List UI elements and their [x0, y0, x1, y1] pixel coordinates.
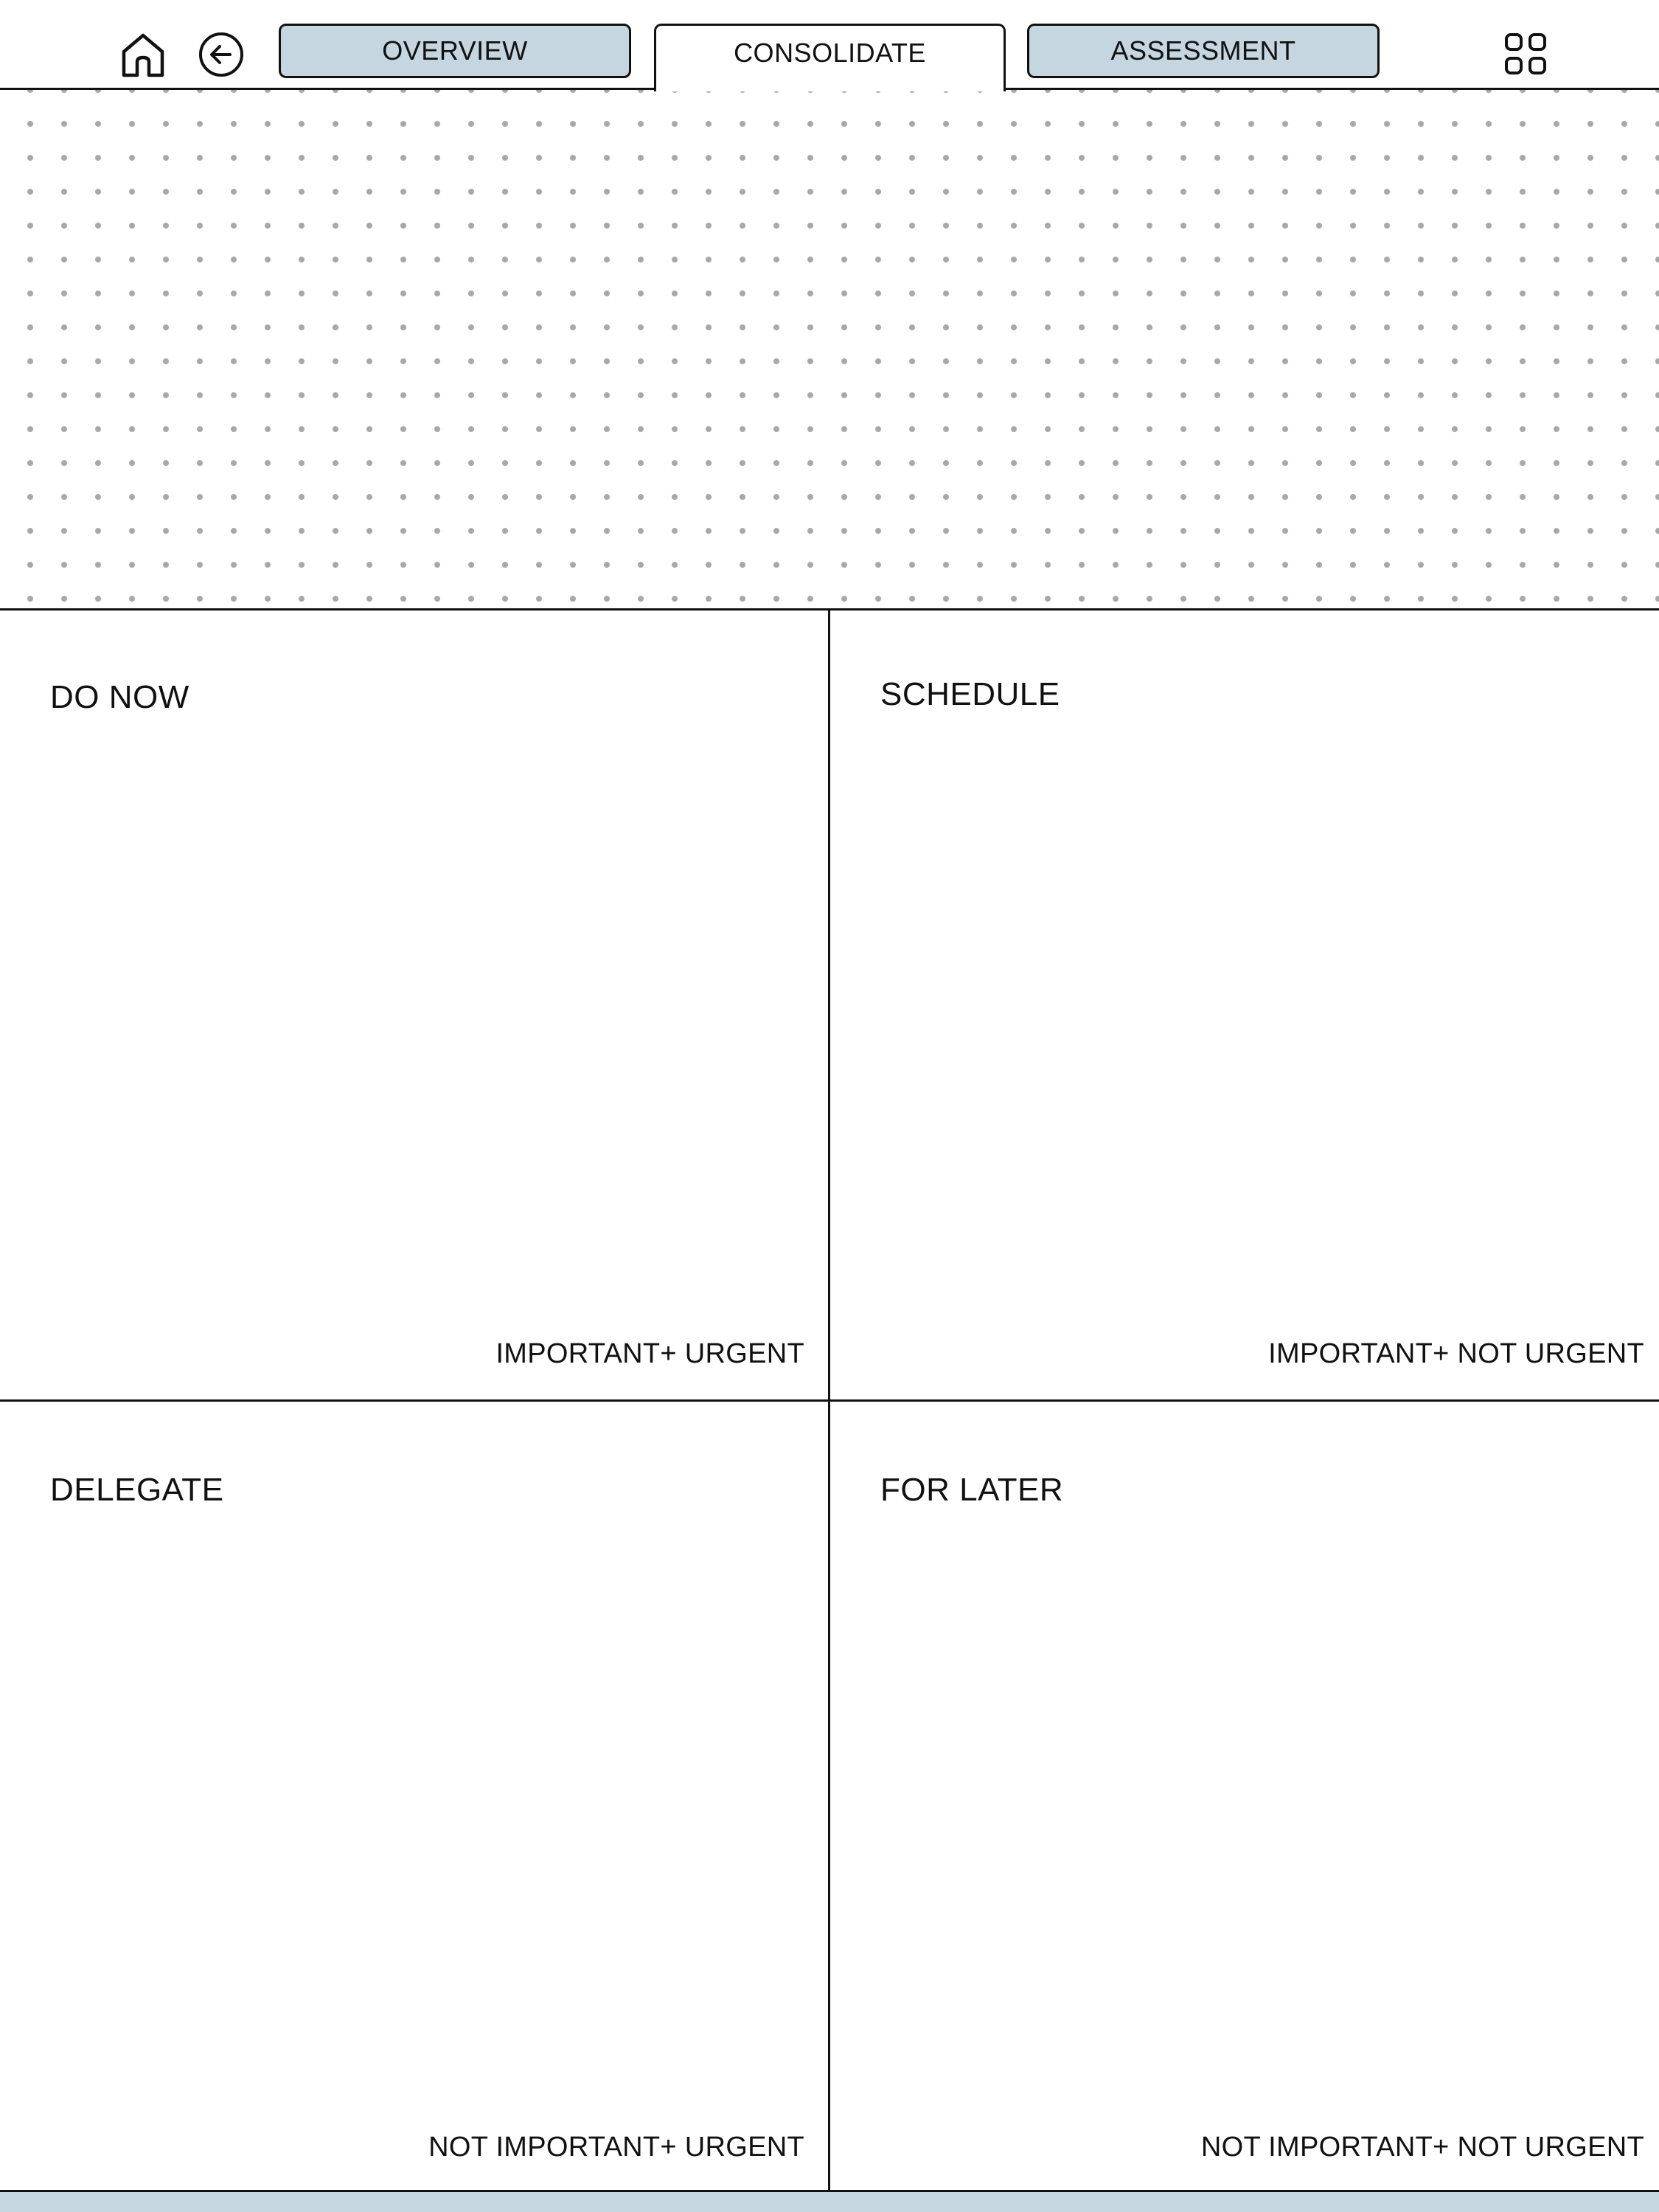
quadrant-criteria: NOT IMPORTANT+ URGENT	[428, 2132, 804, 2163]
tab-assessment[interactable]: ASSESSMENT	[1027, 24, 1380, 78]
quadrant-title: DO NOW	[50, 679, 189, 715]
quadrant-criteria: IMPORTANT+ NOT URGENT	[1268, 1338, 1644, 1369]
grid-menu-icon	[1505, 33, 1546, 74]
quadrant-schedule[interactable]: SCHEDULE IMPORTANT+ NOT URGENT	[830, 611, 1659, 1399]
quadrant-title: FOR LATER	[880, 1472, 1064, 1508]
quadrant-title: DELEGATE	[50, 1472, 224, 1508]
quadrant-delegate[interactable]: DELEGATE NOT IMPORTANT+ URGENT	[0, 1402, 828, 2190]
dot-grid-notes-area[interactable]	[0, 90, 1659, 608]
home-icon	[122, 33, 164, 77]
home-button[interactable]	[116, 28, 170, 81]
quadrant-title: SCHEDULE	[880, 676, 1060, 712]
quadrant-for-later[interactable]: FOR LATER NOT IMPORTANT+ NOT URGENT	[830, 1402, 1659, 2190]
back-arrow-icon	[199, 32, 243, 77]
back-button[interactable]	[196, 29, 246, 80]
quadrant-criteria: NOT IMPORTANT+ NOT URGENT	[1200, 2132, 1644, 2163]
top-navigation-bar: OVERVIEW CONSOLIDATE ASSESSMENT	[0, 0, 1659, 91]
bottom-toolbar-strip	[0, 2192, 1659, 2212]
quadrant-do-now[interactable]: DO NOW IMPORTANT+ URGENT	[0, 611, 828, 1399]
tab-overview[interactable]: OVERVIEW	[279, 24, 631, 78]
tab-consolidate[interactable]: CONSOLIDATE	[654, 24, 1006, 91]
grid-menu-button[interactable]	[1501, 29, 1550, 78]
quadrant-criteria: IMPORTANT+ URGENT	[495, 1338, 804, 1369]
